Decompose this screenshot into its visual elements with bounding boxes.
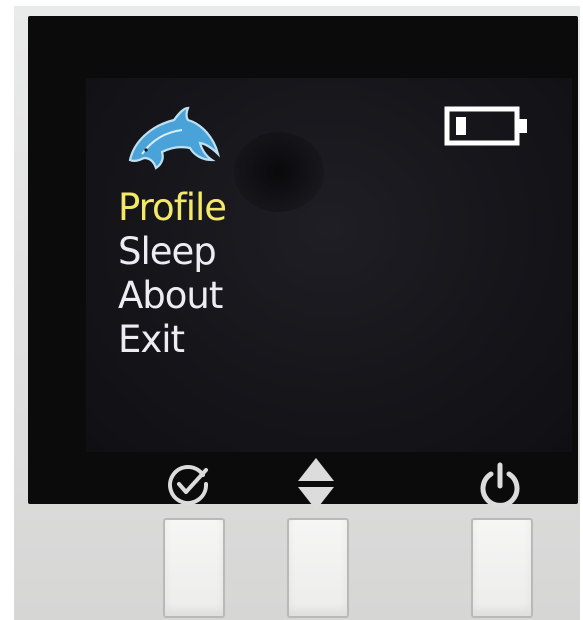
- control-icon-bar: [28, 452, 578, 520]
- check-circle-icon: [168, 465, 209, 505]
- screen-smudge: [234, 132, 324, 212]
- battery-low-icon: [444, 106, 527, 146]
- main-menu: Profile Sleep About Exit: [118, 186, 227, 362]
- power-icon: [480, 462, 520, 508]
- confirm-button[interactable]: [163, 518, 225, 618]
- dolphin-logo-icon: [128, 106, 221, 170]
- power-button[interactable]: [471, 518, 533, 618]
- menu-item-sleep[interactable]: Sleep: [118, 230, 226, 274]
- menu-item-about[interactable]: About: [118, 274, 226, 318]
- device-bezel: Profile Sleep About Exit: [28, 16, 578, 510]
- menu-item-exit[interactable]: Exit: [118, 318, 226, 362]
- menu-item-profile[interactable]: Profile: [118, 186, 227, 230]
- navigate-button[interactable]: [287, 518, 349, 618]
- lcd-screen: Profile Sleep About Exit: [86, 78, 572, 452]
- up-down-arrows-icon: [298, 458, 334, 510]
